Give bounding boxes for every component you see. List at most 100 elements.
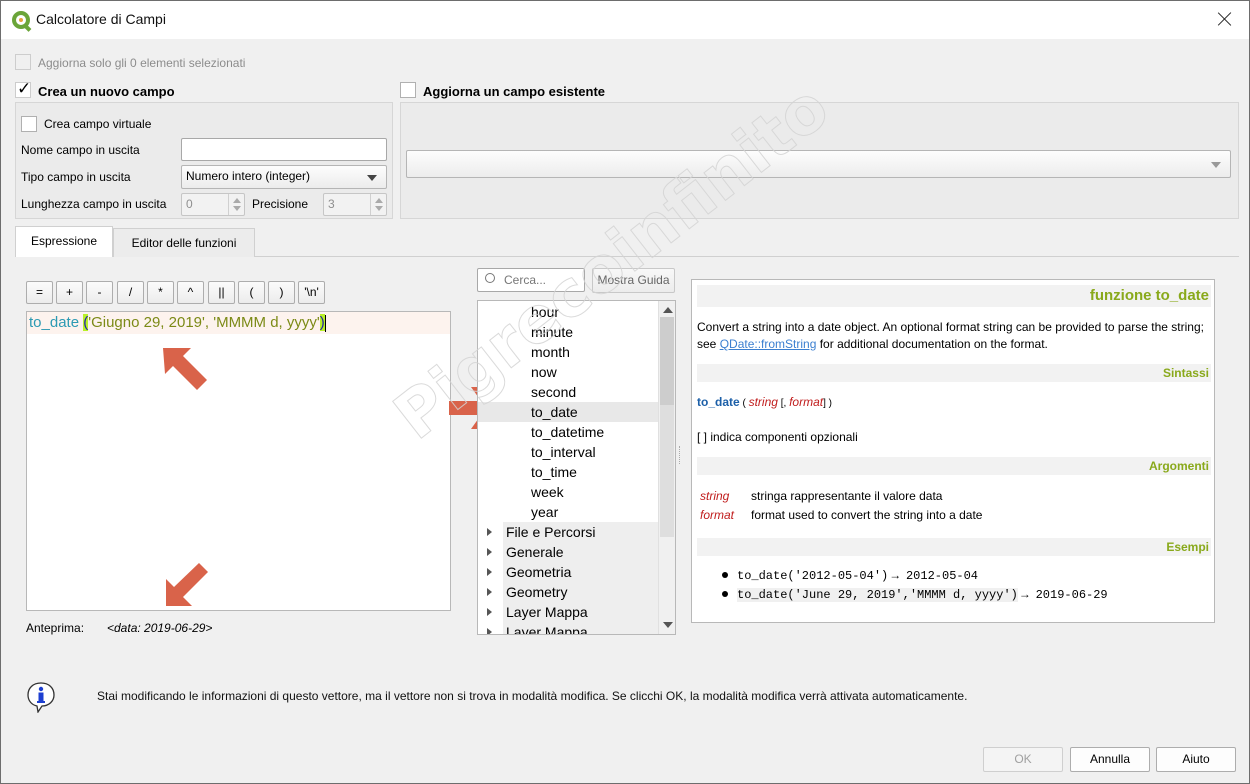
create-new-field-label: Crea un nuovo campo [38, 84, 175, 99]
expand-arrow-icon[interactable] [487, 528, 492, 536]
function-group-general[interactable]: Generale [487, 542, 659, 562]
spin-up-icon[interactable] [233, 198, 241, 203]
update-selected-checkbox[interactable] [15, 54, 31, 70]
operator-power-button[interactable]: ^ [177, 281, 204, 304]
qgis-logo-icon [12, 11, 30, 29]
argument-name: format [700, 508, 735, 522]
argument-desc: format used to convert the string into a… [751, 508, 983, 522]
operator-close-paren-button[interactable]: ) [268, 281, 295, 304]
info-icon [27, 682, 55, 713]
virtual-field-label: Crea campo virtuale [44, 117, 152, 131]
info-message: Stai modificando le informazioni di ques… [97, 689, 968, 703]
function-item-week[interactable]: week [478, 482, 659, 502]
argument-row: string stringa rappresentante il valore d… [700, 488, 1214, 505]
expand-arrow-icon[interactable] [487, 608, 492, 616]
function-item-hour[interactable]: hour [478, 302, 659, 322]
spin-up-icon[interactable] [375, 198, 383, 203]
example-row: to_date('2012-05-04') → 2012-05-04 [737, 567, 1250, 585]
arguments-header: Argomenti [697, 457, 1211, 475]
operator-minus-button[interactable]: - [86, 281, 113, 304]
function-help-panel: funzione to_date Convert a string into a… [691, 279, 1215, 623]
output-length-label: Lunghezza campo in uscita [21, 197, 167, 211]
tab-function-editor[interactable]: Editor delle funzioni [113, 228, 255, 257]
help-button[interactable]: Aiuto [1156, 747, 1236, 772]
scrollbar-thumb[interactable] [660, 317, 674, 405]
ok-button[interactable]: OK [983, 747, 1063, 772]
text-caret [324, 314, 326, 332]
group-label: Layer Mappa [506, 604, 588, 620]
window-title: Calcolatore di Campi [36, 11, 166, 27]
expand-arrow-icon[interactable] [487, 568, 492, 576]
bullet-icon [722, 591, 728, 597]
group-label: Layer Mappa [506, 624, 588, 635]
function-item-year[interactable]: year [478, 502, 659, 522]
scroll-down-icon[interactable] [663, 622, 673, 628]
operator-open-paren-button[interactable]: ( [238, 281, 265, 304]
output-name-label: Nome campo in uscita [21, 143, 140, 157]
spin-down-icon[interactable] [233, 206, 241, 211]
syntax-open: ( [742, 398, 746, 409]
argument-name: string [700, 489, 730, 503]
output-type-select[interactable]: Numero intero (integer) [181, 165, 387, 189]
preview-value: <data: 2019-06-29> [107, 621, 213, 635]
function-group-map-layers[interactable]: Layer Mappa [487, 602, 659, 622]
cancel-button[interactable]: Annulla [1070, 747, 1150, 772]
expand-arrow-icon[interactable] [487, 548, 492, 556]
syntax-close: ] ) [823, 398, 832, 409]
expand-arrow-icon[interactable] [487, 628, 492, 634]
function-item-to-time[interactable]: to_time [478, 462, 659, 482]
output-length-spinbox[interactable]: 0 [181, 193, 245, 216]
group-label: Generale [506, 544, 564, 560]
expression-line: to_date ('Giugno 29, 2019', 'MMMM d, yyy… [27, 312, 450, 334]
annotation-arrow-down-left-icon [166, 563, 208, 606]
field-calculator-dialog: Calcolatore di Campi Aggiorna solo gli 0… [0, 0, 1250, 784]
output-length-value: 0 [186, 197, 193, 211]
optional-note: [ ] indica componenti opzionali [697, 430, 858, 444]
precision-spinbox[interactable]: 3 [323, 193, 387, 216]
show-help-button[interactable]: Mostra Guida [592, 268, 675, 293]
function-item-to-datetime[interactable]: to_datetime [478, 422, 659, 442]
function-group-files-paths[interactable]: File e Percorsi [487, 522, 659, 542]
operator-equals-button[interactable]: = [26, 281, 53, 304]
precision-value: 3 [328, 197, 335, 211]
syntax-optional-open: [, [780, 398, 787, 409]
syntax-line: to_date ( string [, format] ) [697, 394, 1211, 412]
function-group-geometria[interactable]: Geometria [487, 562, 659, 582]
update-existing-checkbox[interactable] [400, 82, 416, 98]
spin-down-icon[interactable] [375, 206, 383, 211]
function-tree-scrollbar[interactable] [658, 301, 675, 634]
example-code: to_date('June 29, 2019','MMMM d, yyyy') [737, 588, 1018, 602]
scroll-up-icon[interactable] [663, 307, 673, 313]
example-code: to_date('2012-05-04') [737, 569, 889, 583]
function-item-now[interactable]: now [478, 362, 659, 382]
splitter-handle[interactable] [679, 446, 680, 464]
function-item-month[interactable]: month [478, 342, 659, 362]
operator-divide-button[interactable]: / [117, 281, 144, 304]
create-new-field-checkbox[interactable] [15, 79, 31, 99]
group-label: Geometria [506, 564, 572, 580]
help-description-text-end: for additional documentation on the form… [816, 337, 1048, 351]
function-group-geometry[interactable]: Geometry [487, 582, 659, 602]
argument-desc: stringa rappresentante il valore data [751, 489, 943, 503]
output-name-input[interactable] [181, 138, 387, 161]
function-group-map-layers-2[interactable]: Layer Mappa [487, 622, 659, 635]
qdate-fromstring-link[interactable]: QDate::fromString [720, 337, 817, 351]
function-item-minute[interactable]: minute [478, 322, 659, 342]
function-tree: hour minute month now second to_date to_… [477, 300, 676, 635]
function-item-second[interactable]: second [478, 382, 659, 402]
expand-arrow-icon[interactable] [487, 588, 492, 596]
syntax-arg-string: string [748, 395, 778, 409]
help-title: funzione to_date [697, 285, 1211, 307]
virtual-field-checkbox[interactable] [21, 116, 37, 132]
function-item-to-interval[interactable]: to_interval [478, 442, 659, 462]
operator-plus-button[interactable]: + [56, 281, 83, 304]
operator-multiply-button[interactable]: * [147, 281, 174, 304]
operator-newline-button[interactable]: '\n' [298, 281, 325, 304]
example-result: → 2012-05-04 [891, 569, 978, 583]
operator-concat-button[interactable]: || [208, 281, 235, 304]
expression-editor[interactable]: to_date ('Giugno 29, 2019', 'MMMM d, yyy… [26, 311, 451, 611]
tab-expression[interactable]: Espressione [15, 226, 113, 257]
close-icon[interactable] [1216, 10, 1234, 28]
function-item-to-date[interactable]: to_date [478, 402, 659, 422]
existing-field-select[interactable] [406, 150, 1231, 178]
